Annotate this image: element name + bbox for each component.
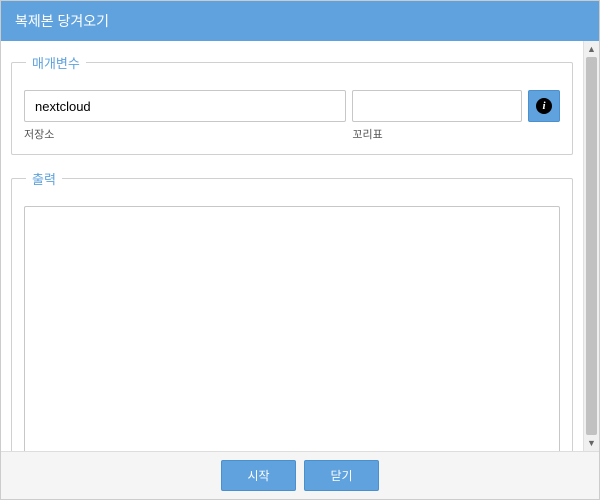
dialog-title: 복제본 당겨오기 <box>15 13 109 29</box>
content-wrapper: 매개변수 저장소 꼬리표 i 출력 ▲ ▼ <box>1 41 599 451</box>
scroll-down-arrow[interactable]: ▼ <box>584 435 599 451</box>
close-button[interactable]: 닫기 <box>304 460 379 491</box>
scroll-up-arrow[interactable]: ▲ <box>584 41 599 57</box>
info-button[interactable]: i <box>528 90 560 122</box>
repo-field-group: 저장소 <box>24 90 346 142</box>
output-legend: 출력 <box>26 169 62 188</box>
info-icon: i <box>536 98 552 114</box>
output-fieldset: 출력 <box>11 169 573 451</box>
output-textarea[interactable] <box>24 206 560 451</box>
tag-field-group: 꼬리표 <box>352 90 522 142</box>
dialog-content: 매개변수 저장소 꼬리표 i 출력 <box>1 41 583 451</box>
dialog-footer: 시작 닫기 <box>1 451 599 499</box>
start-button[interactable]: 시작 <box>221 460 296 491</box>
tag-label: 꼬리표 <box>352 126 522 142</box>
dialog-titlebar: 복제본 당겨오기 <box>1 1 599 41</box>
parameters-fieldset: 매개변수 저장소 꼬리표 i <box>11 53 573 155</box>
repository-input[interactable] <box>24 90 346 122</box>
scrollbar-thumb[interactable] <box>586 57 597 435</box>
repository-label: 저장소 <box>24 126 346 142</box>
tag-input[interactable] <box>352 90 522 122</box>
parameters-row: 저장소 꼬리표 i <box>24 90 560 142</box>
parameters-legend: 매개변수 <box>26 53 86 72</box>
vertical-scrollbar[interactable]: ▲ ▼ <box>583 41 599 451</box>
